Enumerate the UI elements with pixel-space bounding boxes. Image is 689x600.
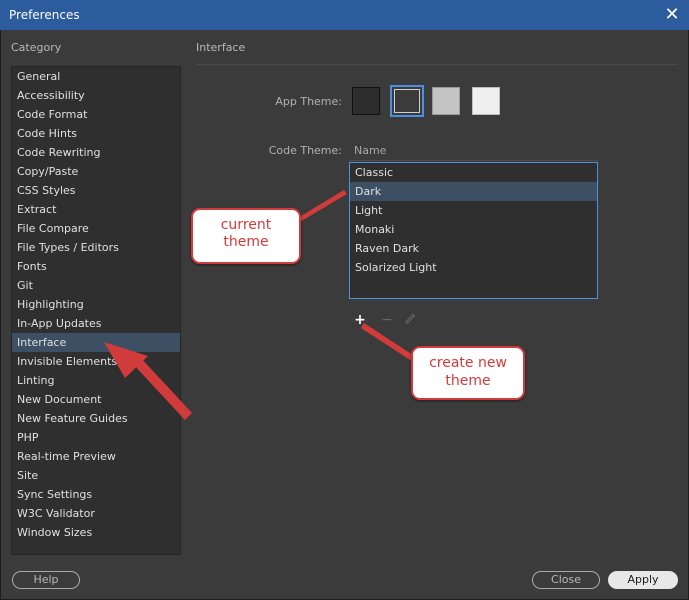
close-button[interactable]: Close xyxy=(532,571,600,589)
create-theme-callout-text: create new theme xyxy=(429,355,507,389)
apply-button[interactable]: Apply xyxy=(608,571,678,589)
annotation-arrows xyxy=(104,190,433,420)
current-theme-callout: current theme xyxy=(191,208,301,264)
create-theme-callout: create new theme xyxy=(411,346,525,400)
current-theme-callout-text: current theme xyxy=(220,217,272,250)
help-button[interactable]: Help xyxy=(12,571,80,589)
arrow-to-interface-category xyxy=(104,342,192,420)
arrow-to-dark-theme xyxy=(296,190,347,223)
